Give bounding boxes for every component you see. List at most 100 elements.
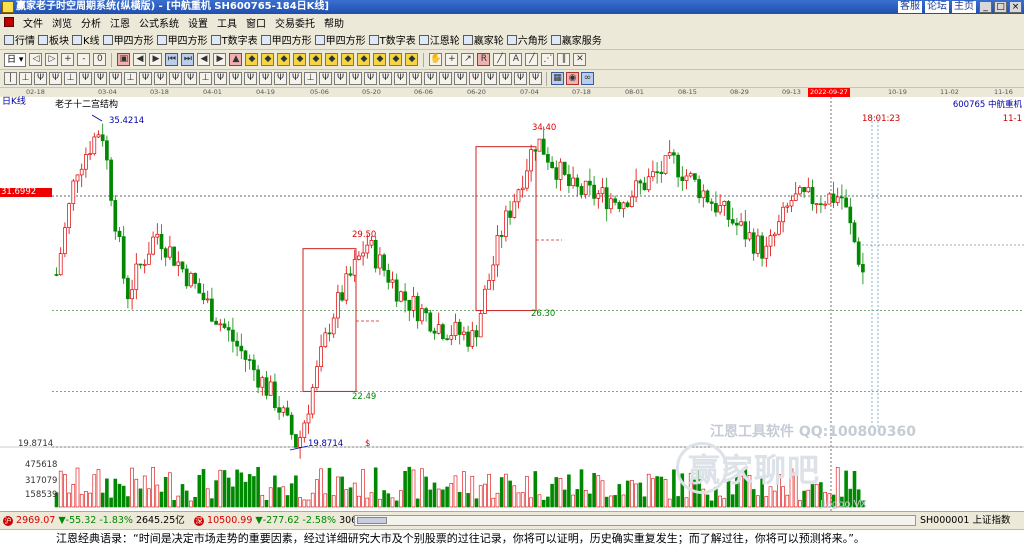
menu-analyze[interactable]: 分析: [81, 15, 101, 30]
service-link[interactable]: 客服: [898, 1, 922, 13]
draw-tool-icon[interactable]: Ψ: [169, 72, 182, 85]
draw-tool-icon[interactable]: Ψ: [334, 72, 347, 85]
gann-wheel-button[interactable]: 江恩轮: [418, 32, 460, 47]
scroll-right-icon[interactable]: ▶: [149, 53, 163, 66]
hexagon-button[interactable]: 六角形: [506, 32, 548, 47]
parallel-icon[interactable]: ∥: [557, 53, 571, 66]
draw-tool-icon[interactable]: Ψ: [529, 72, 542, 85]
chart-mode-icon[interactable]: ▣: [117, 53, 131, 66]
diamond-icon[interactable]: ◆: [309, 53, 323, 66]
square-button-3[interactable]: 甲四方形: [260, 32, 312, 47]
crosshair-icon[interactable]: +: [445, 53, 459, 66]
diamond-icon[interactable]: ◆: [325, 53, 339, 66]
kline-chart-area[interactable]: gu8.cn 日K线 老子十二宫结构 600765 中航重机 11-1 18:0…: [0, 95, 1024, 511]
menu-browse[interactable]: 浏览: [52, 15, 72, 30]
draw-tool-icon[interactable]: Ψ: [139, 72, 152, 85]
quote-button[interactable]: 行情: [4, 32, 35, 47]
kline-button[interactable]: K线: [72, 32, 100, 47]
option-icon[interactable]: 0: [93, 53, 107, 66]
back-icon[interactable]: ◁: [29, 53, 43, 66]
draw-tool-icon[interactable]: Ψ: [289, 72, 302, 85]
diamond-icon[interactable]: ◆: [245, 53, 259, 66]
draw-tool-icon[interactable]: Ψ: [109, 72, 122, 85]
draw-tool-icon[interactable]: Ψ: [364, 72, 377, 85]
draw-tool-icon[interactable]: Ψ: [79, 72, 92, 85]
grid-icon[interactable]: ▦: [551, 72, 564, 85]
draw-tool-icon[interactable]: ⊥: [124, 72, 137, 85]
sz-index-status[interactable]: 深 10500.99 ▼-277.62 -2.58% 3068: [194, 515, 363, 527]
zoom-out-icon[interactable]: -: [77, 53, 91, 66]
draw-tool-icon[interactable]: ⊥: [199, 72, 212, 85]
draw-tool-icon[interactable]: Ψ: [469, 72, 482, 85]
draw-tool-icon[interactable]: Ψ: [214, 72, 227, 85]
draw-tool-icon[interactable]: Ψ: [259, 72, 272, 85]
winner-wheel-button[interactable]: 嬴家轮: [462, 32, 504, 47]
maximize-button[interactable]: □: [994, 1, 1007, 13]
menu-formula[interactable]: 公式系统: [139, 15, 179, 30]
draw-tool-icon[interactable]: Ψ: [49, 72, 62, 85]
hand-icon[interactable]: ✋: [429, 53, 443, 66]
square-button-4[interactable]: 甲四方形: [314, 32, 366, 47]
line-icon[interactable]: ╱: [493, 53, 507, 66]
draw-tool-icon[interactable]: Ψ: [349, 72, 362, 85]
diamond-icon[interactable]: ◆: [261, 53, 275, 66]
prev-icon[interactable]: ◀: [197, 53, 211, 66]
draw-tool-icon[interactable]: ⊥: [19, 72, 32, 85]
diamond-icon[interactable]: ◆: [293, 53, 307, 66]
draw-tool-icon[interactable]: Ψ: [484, 72, 497, 85]
menu-trade[interactable]: 交易委托: [275, 15, 315, 30]
minimize-button[interactable]: _: [979, 1, 992, 13]
menu-gann[interactable]: 江恩: [110, 15, 130, 30]
zoom-in-icon[interactable]: +: [61, 53, 75, 66]
draw-tool-icon[interactable]: Ψ: [514, 72, 527, 85]
number-table-button-2[interactable]: T数字表: [368, 32, 416, 47]
draw-tool-icon[interactable]: Ψ: [229, 72, 242, 85]
up-icon[interactable]: ▲: [229, 53, 243, 66]
forward-icon[interactable]: ▷: [45, 53, 59, 66]
scrollbar-thumb[interactable]: [357, 517, 387, 524]
square-button-1[interactable]: 甲四方形: [102, 32, 154, 47]
next-icon[interactable]: ▶: [213, 53, 227, 66]
kline-chart[interactable]: [0, 97, 1024, 511]
close-button[interactable]: ×: [1009, 1, 1022, 13]
service-button[interactable]: 嬴家服务: [550, 32, 602, 47]
draw-tool-icon[interactable]: Ψ: [439, 72, 452, 85]
draw-tool-icon[interactable]: Ψ: [154, 72, 167, 85]
index-code-label[interactable]: SH000001 上证指数: [920, 515, 1010, 527]
draw-tool-icon[interactable]: Ψ: [319, 72, 332, 85]
square-button-2[interactable]: 甲四方形: [156, 32, 208, 47]
sector-button[interactable]: 板块: [38, 32, 69, 47]
draw-tool-icon[interactable]: Ψ: [499, 72, 512, 85]
number-table-button-1[interactable]: T数字表: [210, 32, 258, 47]
ruler-icon[interactable]: R: [477, 53, 491, 66]
draw-tool-icon[interactable]: Ψ: [379, 72, 392, 85]
menu-file[interactable]: 文件: [23, 15, 43, 30]
draw-tool-icon[interactable]: Ψ: [34, 72, 47, 85]
delete-icon[interactable]: ✕: [573, 53, 587, 66]
draw-tool-icon[interactable]: Ψ: [94, 72, 107, 85]
diamond-icon[interactable]: ◆: [341, 53, 355, 66]
diamond-icon[interactable]: ◆: [373, 53, 387, 66]
menu-window[interactable]: 窗口: [246, 15, 266, 30]
first-bar-icon[interactable]: ⏮: [165, 53, 179, 66]
draw-tool-icon[interactable]: Ψ: [244, 72, 257, 85]
draw-tool-icon[interactable]: ⊥: [304, 72, 317, 85]
arrow-icon[interactable]: ↗: [461, 53, 475, 66]
sh-index-status[interactable]: 沪 2969.07 ▼-55.32 -1.83% 2645.25亿: [3, 515, 185, 527]
draw-tool-icon[interactable]: Ψ: [409, 72, 422, 85]
diamond-icon[interactable]: ◆: [357, 53, 371, 66]
diamond-icon[interactable]: ◆: [277, 53, 291, 66]
draw-tool-icon[interactable]: ⊥: [64, 72, 77, 85]
diamond-icon[interactable]: ◆: [389, 53, 403, 66]
menu-settings[interactable]: 设置: [188, 15, 208, 30]
period-select[interactable]: 日 ▾: [4, 52, 27, 67]
chart-scrollbar[interactable]: [354, 515, 916, 526]
text-icon[interactable]: A: [509, 53, 523, 66]
draw-tool-icon[interactable]: Ψ: [424, 72, 437, 85]
fan-icon[interactable]: ⋰: [541, 53, 555, 66]
loop-icon[interactable]: ∞: [581, 72, 594, 85]
menu-help[interactable]: 帮助: [324, 15, 344, 30]
draw-tool-icon[interactable]: Ψ: [454, 72, 467, 85]
draw-tool-icon[interactable]: Ψ: [394, 72, 407, 85]
diamond-icon[interactable]: ◆: [405, 53, 419, 66]
